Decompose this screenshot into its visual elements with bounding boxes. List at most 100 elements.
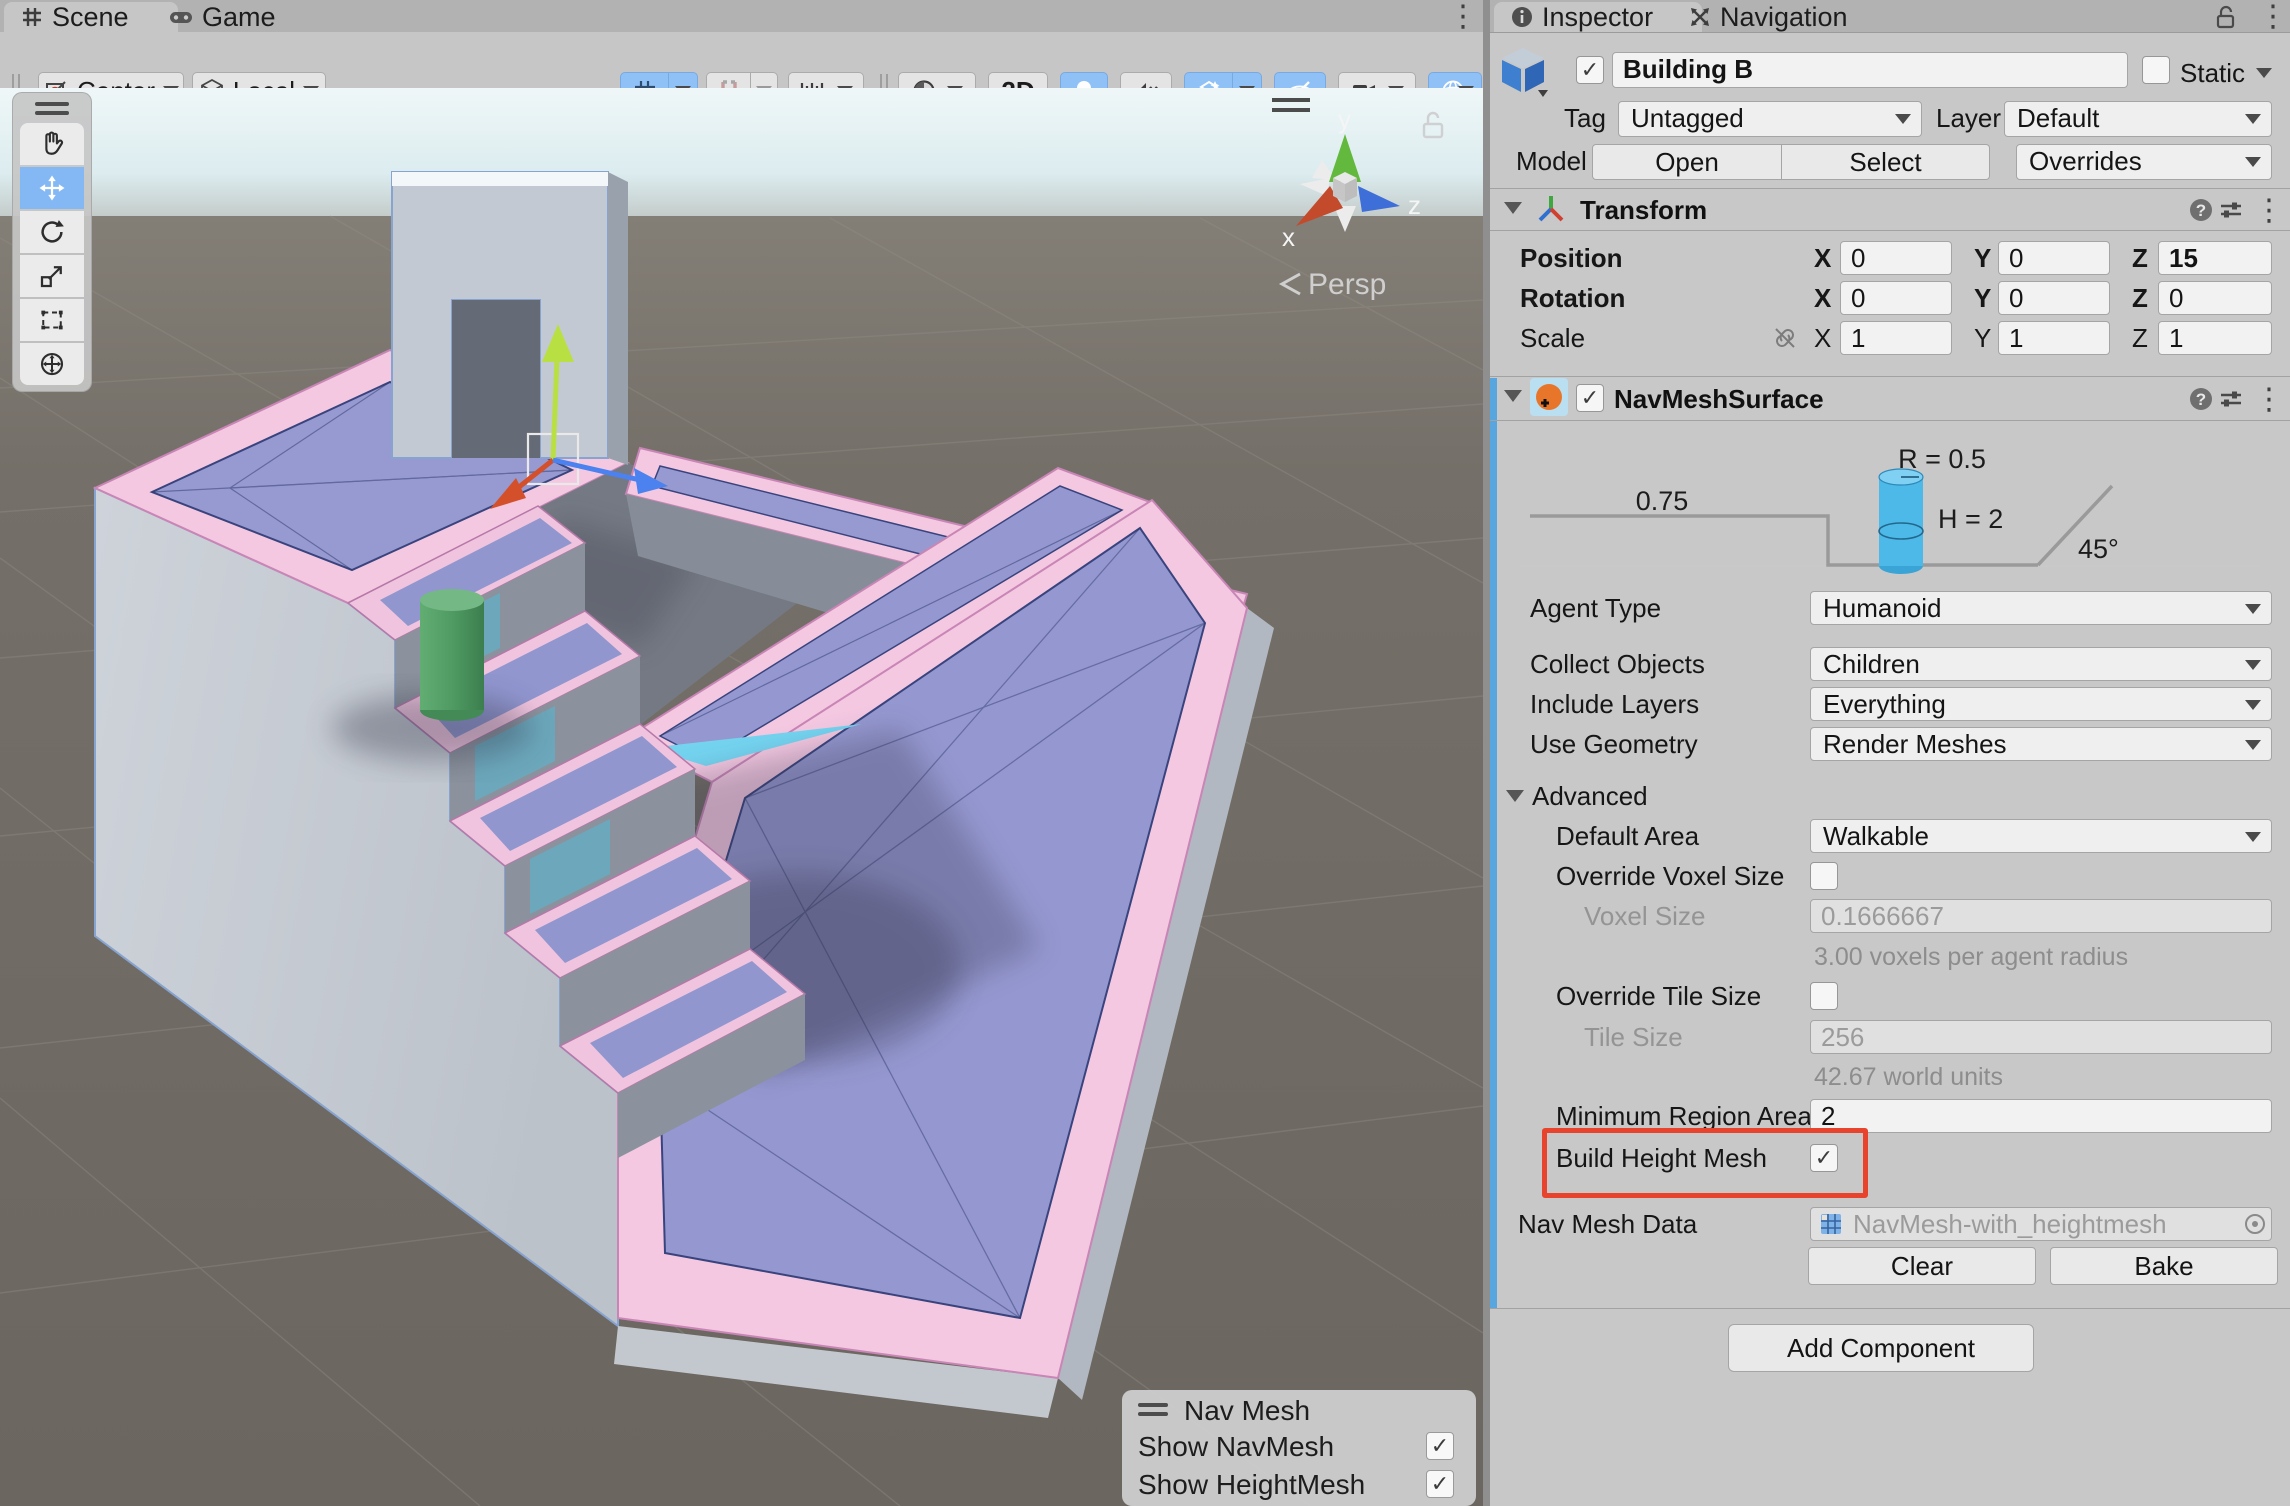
tab-navigation-label: Navigation	[1720, 2, 1848, 33]
static-checkbox[interactable]	[2142, 56, 2170, 84]
inspector-menu[interactable]: ⋮	[2258, 2, 2288, 32]
tab-game-label: Game	[202, 2, 276, 33]
nav-mesh-data-value: NavMesh-with_heightmesh	[1853, 1209, 2167, 1239]
tab-inspector[interactable]: Inspector	[1494, 2, 1702, 32]
rotation-z-axis: Z	[2132, 281, 2148, 315]
model-open-label: Open	[1655, 147, 1719, 178]
rotation-x-axis: X	[1814, 281, 1831, 315]
scale-x-field[interactable]: 1	[1840, 321, 1952, 355]
navmeshsurface-enabled-checkbox[interactable]: ✓	[1576, 384, 1604, 412]
rotation-x-field[interactable]: 0	[1840, 281, 1952, 315]
use-geometry-value: Render Meshes	[1823, 729, 2007, 759]
collect-objects-dropdown[interactable]: Children	[1810, 647, 2272, 681]
build-height-mesh-checkbox[interactable]: ✓	[1810, 1144, 1838, 1172]
navmeshsurface-title[interactable]: NavMeshSurface	[1614, 382, 1824, 416]
navmesh-overlay-handle-icon[interactable]	[1138, 1398, 1168, 1421]
scale-label: Scale	[1520, 321, 1585, 355]
scene-toolbar: Center Local 2D	[0, 32, 1483, 89]
bake-button[interactable]: Bake	[2050, 1247, 2278, 1285]
use-geometry-label: Use Geometry	[1530, 727, 1698, 761]
agent-diagram: R = 0.5 0.75 H = 2 45°	[1490, 430, 2290, 590]
transform-foldout[interactable]	[1504, 202, 1522, 214]
min-region-field[interactable]: 2	[1810, 1099, 2272, 1133]
model-open-button[interactable]: Open	[1592, 144, 1782, 180]
presets-icon[interactable]	[2218, 197, 2244, 223]
hand-tool-button[interactable]	[20, 123, 84, 165]
overrides-dropdown[interactable]: Overrides	[2016, 144, 2272, 180]
navmesh-display-overlay: Nav Mesh Show NavMesh ✓ Show HeightMesh …	[1122, 1390, 1476, 1506]
show-navmesh-checkbox[interactable]: ✓	[1426, 1432, 1454, 1460]
object-picker-icon[interactable]	[2243, 1212, 2267, 1236]
grid-icon	[20, 5, 44, 29]
prefab-icon[interactable]	[1498, 44, 1548, 98]
tower-doorway	[452, 300, 540, 458]
static-dropdown-arrow[interactable]	[2256, 68, 2272, 78]
position-x-field[interactable]: 0	[1840, 241, 1952, 275]
clear-button[interactable]: Clear	[1808, 1247, 2036, 1285]
clear-label: Clear	[1891, 1251, 1953, 1282]
help-icon[interactable]: ?	[2188, 197, 2214, 223]
inspector-tabbar: Inspector Navigation ⋮	[1490, 0, 2290, 33]
scale-y-field[interactable]: 1	[1998, 321, 2110, 355]
position-y-field[interactable]: 0	[1998, 241, 2110, 275]
show-heightmesh-checkbox[interactable]: ✓	[1426, 1470, 1454, 1498]
help-icon[interactable]: ?	[2188, 386, 2214, 412]
include-layers-dropdown[interactable]: Everything	[1810, 687, 2272, 721]
tab-game[interactable]: Game	[152, 2, 312, 32]
rotation-z-field[interactable]: 0	[2158, 281, 2272, 315]
unity-editor-window: { "window": { "scene_tab": "Scene", "gam…	[0, 0, 2290, 1506]
use-geometry-dropdown[interactable]: Render Meshes	[1810, 727, 2272, 761]
layer-dropdown[interactable]: Default	[2004, 101, 2272, 137]
projection-label[interactable]: Persp	[1308, 268, 1386, 301]
active-checkbox[interactable]: ✓	[1576, 56, 1604, 84]
scene-viewport[interactable]: y x z Persp	[0, 88, 1483, 1506]
build-height-mesh-label: Build Height Mesh	[1556, 1141, 1767, 1175]
svg-text:?: ?	[2196, 201, 2206, 220]
agent-type-dropdown[interactable]: Humanoid	[1810, 591, 2272, 625]
navmesh-foldout[interactable]	[1504, 390, 1522, 402]
collect-objects-label: Collect Objects	[1530, 647, 1705, 681]
link-broken-icon[interactable]	[1772, 325, 1798, 351]
rect-tool-button[interactable]	[20, 299, 84, 341]
advanced-label: Advanced	[1532, 779, 1648, 813]
transform-title[interactable]: Transform	[1580, 193, 1707, 227]
move-tool-button[interactable]	[20, 167, 84, 209]
gameobject-name-field[interactable]: Building B	[1612, 52, 2128, 88]
add-component-button[interactable]: Add Component	[1728, 1324, 2034, 1372]
inspector-panel: Inspector Navigation ⋮ ✓ Building B Stat…	[1490, 0, 2290, 1506]
advanced-foldout[interactable]	[1506, 790, 1524, 802]
position-z-field[interactable]: 15	[2158, 241, 2272, 275]
override-tile-checkbox[interactable]	[1810, 982, 1838, 1010]
collect-objects-value: Children	[1823, 649, 1920, 679]
panel-splitter[interactable]	[1483, 0, 1490, 1506]
model-select-button[interactable]: Select	[1782, 144, 1990, 180]
tile-size-label: Tile Size	[1584, 1020, 1683, 1054]
navmesh-menu[interactable]: ⋮	[2254, 385, 2284, 415]
nav-mesh-data-field[interactable]: NavMesh-with_heightmesh	[1810, 1207, 2272, 1241]
transform-tool-button[interactable]	[20, 343, 84, 385]
diagram-radius-label: R = 0.5	[1898, 444, 1986, 474]
inspector-unlock-icon[interactable]	[2212, 3, 2240, 31]
navmesh-overlay-title: Nav Mesh	[1184, 1396, 1310, 1426]
rotate-tool-button[interactable]	[20, 211, 84, 253]
scene-tabbar-menu[interactable]: ⋮	[1448, 2, 1478, 32]
rotation-y-field[interactable]: 0	[1998, 281, 2110, 315]
override-voxel-checkbox[interactable]	[1810, 862, 1838, 890]
scene-tools-overlay	[12, 92, 92, 392]
tab-inspector-label: Inspector	[1542, 2, 1653, 33]
default-area-dropdown[interactable]: Walkable	[1810, 819, 2272, 853]
presets-icon[interactable]	[2218, 386, 2244, 412]
tab-navigation[interactable]: Navigation	[1672, 2, 1934, 32]
layer-value: Default	[2017, 103, 2099, 133]
transform-tool-icon	[37, 349, 67, 379]
rotation-y-axis: Y	[1974, 281, 1991, 315]
tag-dropdown[interactable]: Untagged	[1618, 101, 1922, 137]
transform-menu[interactable]: ⋮	[2254, 196, 2284, 226]
voxel-size-field[interactable]: 0.1666667	[1810, 899, 2272, 933]
default-area-value: Walkable	[1823, 821, 1929, 851]
scale-z-field[interactable]: 1	[2158, 321, 2272, 355]
scale-y-axis: Y	[1974, 321, 1991, 355]
tools-handle-icon[interactable]	[35, 97, 69, 120]
tile-size-field[interactable]: 256	[1810, 1020, 2272, 1054]
scale-tool-button[interactable]	[20, 255, 84, 297]
